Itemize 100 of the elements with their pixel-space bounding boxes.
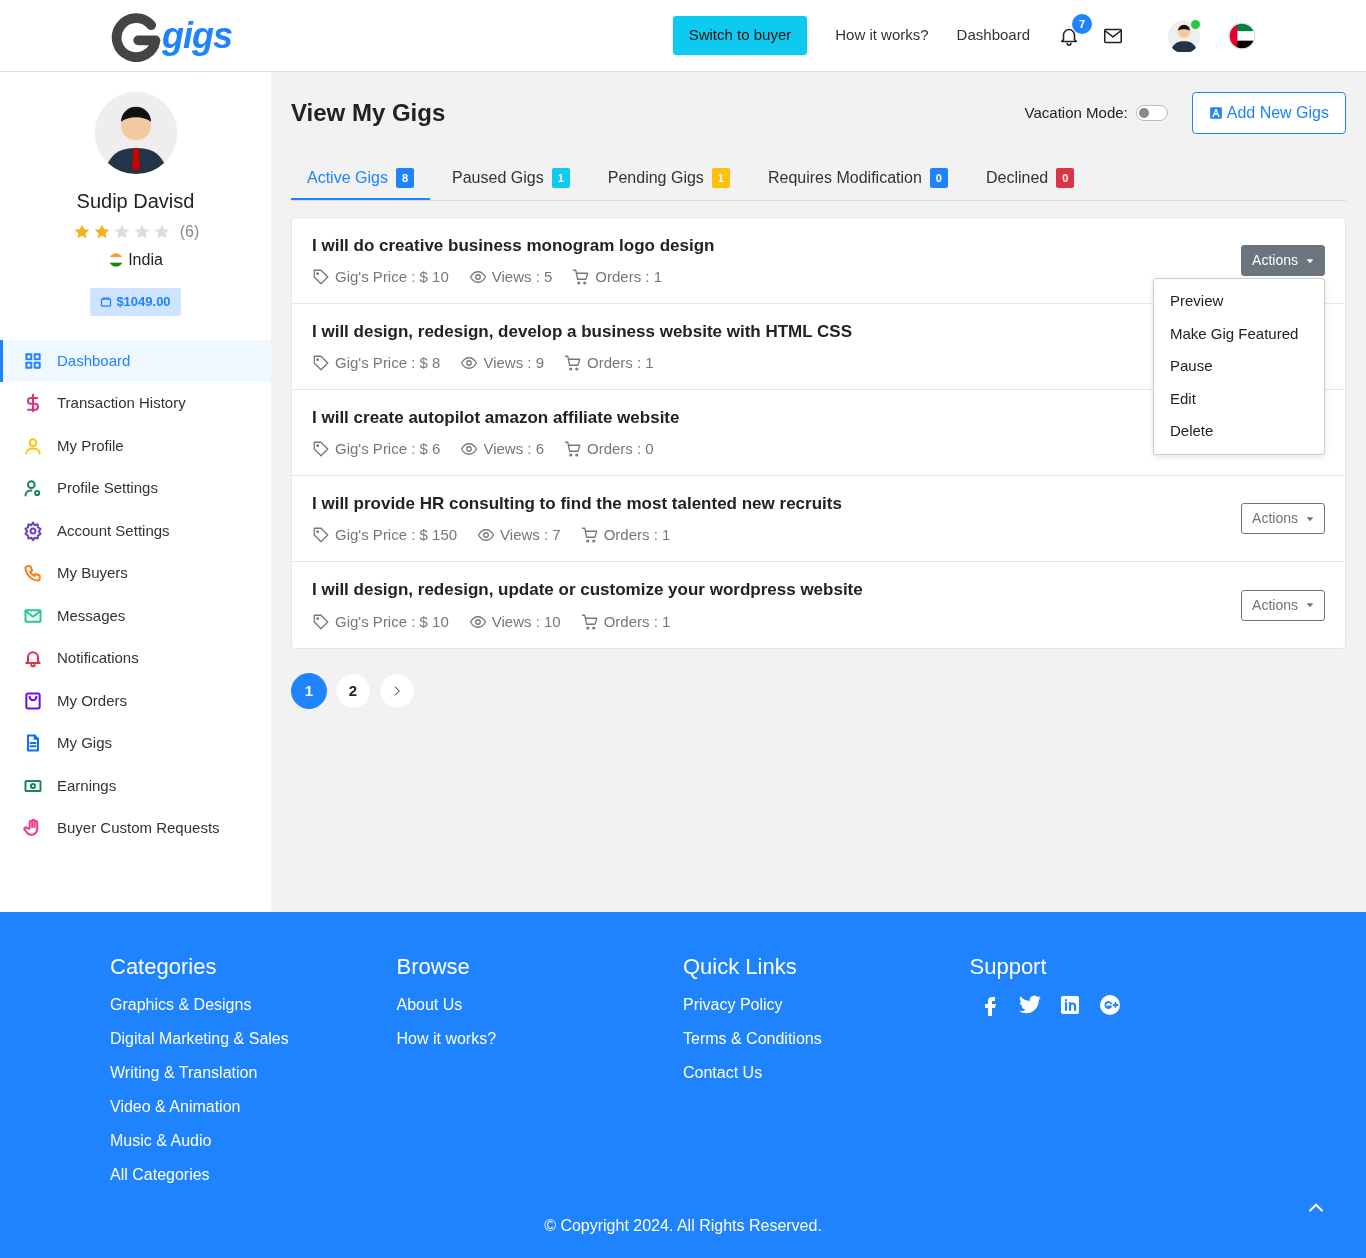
sidebar-item[interactable]: Notifications (0, 637, 271, 680)
orders-cart-icon (580, 612, 599, 631)
gig-price: Gig's Price : $ 6 (335, 439, 441, 459)
footer-heading: Quick Links (683, 953, 798, 981)
footer-link[interactable]: Video & Animation (110, 1095, 397, 1119)
dropdown-item[interactable]: Edit (1154, 382, 1324, 415)
footer-link[interactable]: Graphics & Designs (110, 993, 397, 1017)
count-badge: 0 (929, 167, 948, 189)
vacation-mode-toggle[interactable] (1135, 105, 1168, 121)
switch-to-buyer-button[interactable]: Switch to buyer (672, 16, 808, 55)
sidebar-item[interactable]: My Gigs (0, 722, 271, 765)
sidebar-item[interactable]: My Orders (0, 679, 271, 722)
dropdown-item[interactable]: Preview (1154, 285, 1324, 318)
copyright-text: © Copyright 2024. All Rights Reserved. (543, 1216, 823, 1236)
sidebar-item[interactable]: Earnings (0, 764, 271, 807)
tab[interactable]: Active Gigs 8 (291, 158, 431, 200)
count-badge: 0 (1056, 167, 1075, 189)
gig-title[interactable]: I will provide HR consulting to find the most talented new recruits (312, 490, 842, 516)
count-badge: 1 (551, 167, 570, 189)
gig-title[interactable]: I will do creative business monogram logo design (312, 232, 715, 258)
price-tag-icon (312, 354, 330, 373)
orders-cart-icon (564, 440, 582, 459)
price-tag-icon (312, 526, 330, 545)
sidebar-item[interactable]: My Buyers (0, 552, 271, 595)
footer-link[interactable]: How it works? (396, 1027, 683, 1051)
notification-count-badge: 7 (1072, 14, 1092, 34)
gig-title[interactable]: I will design, redesign, develop a business website with HTML CSS (312, 318, 853, 344)
tab[interactable]: Requires Modification 0 (751, 158, 964, 200)
sidebar-item[interactable]: My Profile (0, 424, 271, 467)
caret-down-icon (1306, 601, 1314, 609)
gig-price: Gig's Price : $ 8 (335, 353, 441, 373)
letter-square-icon (1208, 106, 1223, 120)
gig-orders: Orders : 1 (603, 611, 671, 632)
gig-orders: Orders : 1 (603, 525, 671, 545)
gig-orders: Orders : 0 (587, 439, 654, 459)
orders-cart-icon (572, 268, 591, 287)
gig-price: Gig's Price : $ 10 (335, 267, 449, 287)
nav-link[interactable]: How it works? (835, 24, 929, 47)
dropdown-item[interactable]: Pause (1154, 350, 1324, 383)
add-new-gigs-button[interactable]: Add New Gigs (1191, 92, 1346, 134)
google-plus-icon[interactable] (1097, 993, 1122, 1017)
footer-link[interactable]: Contact Us (683, 1061, 970, 1085)
footer-link[interactable]: Digital Marketing & Sales (110, 1027, 397, 1051)
tab[interactable]: Paused Gigs 1 (436, 158, 586, 200)
footer-link[interactable]: Writing & Translation (110, 1061, 397, 1085)
gig-title[interactable]: I will create autopilot amazon affiliate website (312, 404, 680, 430)
gig-price: Gig's Price : $ 10 (335, 611, 449, 632)
tab-label: Declined (985, 168, 1049, 188)
orders-cart-icon (564, 354, 582, 373)
tab-label: Active Gigs (307, 168, 388, 188)
footer-heading: Categories (110, 953, 218, 981)
sidebar-item[interactable]: Profile Settings (0, 467, 271, 510)
price-tag-icon (312, 440, 330, 459)
tab[interactable]: Declined 0 (969, 158, 1091, 200)
actions-dropdown-button[interactable]: Actions (1241, 503, 1325, 534)
actions-dropdown-button[interactable]: Actions (1241, 589, 1325, 621)
footer-link[interactable]: Privacy Policy (683, 993, 970, 1017)
dropdown-item[interactable]: Make Gig Featured (1154, 317, 1324, 350)
price-tag-icon (312, 612, 330, 631)
profile-name: Sudip Davisd (76, 189, 195, 214)
footer-link[interactable]: About Us (396, 993, 683, 1017)
gig-views: Views : 5 (491, 267, 553, 287)
nav-link[interactable]: Dashboard (956, 24, 1030, 47)
footer-link[interactable]: Music & Audio (110, 1129, 397, 1153)
sidebar-item[interactable]: Account Settings (0, 509, 271, 552)
tab[interactable]: Pending Gigs 1 (591, 158, 746, 200)
logo-text: gigs (162, 17, 232, 54)
gig-views: Views : 7 (500, 525, 561, 545)
sidebar-item[interactable]: Buyer Custom Requests (0, 807, 271, 850)
gig-title[interactable]: I will design, redesign, update or customize your wordpress website (312, 577, 863, 603)
sidebar-item[interactable]: Transaction History (0, 382, 271, 425)
tab-label: Pending Gigs (607, 168, 704, 188)
caret-down-icon (1306, 514, 1314, 523)
vacation-mode-label: Vacation Mode: (1024, 102, 1128, 123)
wallet-icon (100, 295, 113, 308)
gig-orders: Orders : 1 (587, 353, 654, 373)
count-badge: 1 (711, 167, 730, 189)
flag-icon (108, 252, 125, 268)
footer-link[interactable]: Terms & Conditions (683, 1027, 970, 1051)
gig-orders: Orders : 1 (595, 267, 663, 287)
sidebar-item[interactable]: Dashboard (0, 339, 271, 382)
gig-views: Views : 9 (483, 353, 544, 373)
country-name: India (128, 250, 163, 270)
gig-views: Views : 10 (491, 611, 561, 632)
page-number[interactable]: 2 (335, 673, 371, 709)
review-count: (6) (179, 222, 200, 242)
gig-views: Views : 6 (483, 439, 544, 459)
price-tag-icon (312, 268, 330, 287)
gig-price: Gig's Price : $ 150 (335, 525, 458, 545)
actions-dropdown-button[interactable]: Actions (1241, 245, 1325, 276)
footer-heading: Browse (396, 953, 471, 981)
flag-icon[interactable] (1228, 21, 1256, 50)
footer-link[interactable]: All Categories (110, 1163, 397, 1187)
balance-badge: $1049.00 (90, 288, 181, 316)
user-avatar-icon[interactable] (1168, 19, 1200, 52)
dropdown-item[interactable]: Delete (1154, 415, 1324, 448)
page-number[interactable]: 1 (291, 673, 327, 709)
caret-down-icon (1306, 256, 1314, 265)
orders-cart-icon (580, 526, 599, 545)
sidebar-item[interactable]: Messages (0, 594, 271, 637)
